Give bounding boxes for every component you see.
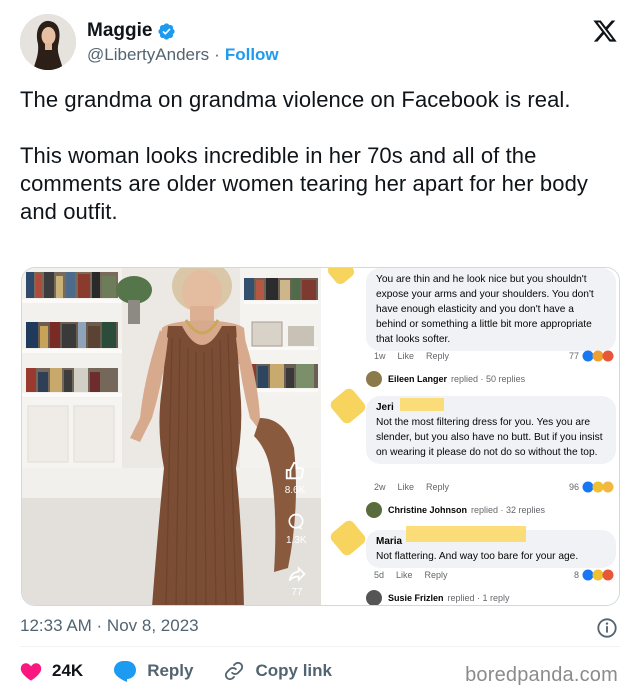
avatar[interactable]: [20, 14, 76, 70]
redacted-avatar: [328, 518, 368, 558]
reply-link[interactable]: Reply: [426, 482, 449, 492]
redacted-avatar: [328, 386, 368, 426]
watermark: boredpanda.com: [465, 664, 618, 686]
reply-avatar: [366, 502, 382, 518]
tweet-actions: 24K Reply Copy link: [20, 660, 362, 682]
reply-thread[interactable]: Christine Johnson replied · 32 replies: [366, 502, 545, 518]
reply-thread[interactable]: Eileen Langer replied · 50 replies: [366, 371, 525, 387]
reaction-summary: 96: [569, 481, 616, 493]
thumbs-up-icon: [285, 461, 305, 480]
reaction-count: 77: [568, 351, 579, 361]
separator: ·: [214, 45, 220, 64]
video-comment-count: 1.3K: [286, 535, 307, 546]
comment-age: 2w: [374, 482, 386, 492]
redacted-avatar: [325, 268, 357, 287]
verified-badge-icon: [158, 22, 176, 40]
info-icon[interactable]: [596, 617, 618, 639]
reaction-emojis-icon: [582, 481, 614, 493]
divider: [20, 646, 620, 647]
like-button[interactable]: 24K: [20, 661, 83, 681]
redaction-highlight: [400, 398, 444, 411]
comment-meta: 5d Like Reply 8: [374, 569, 616, 581]
tweet-timestamp[interactable]: 12:33 AM · Nov 8, 2023: [20, 616, 199, 636]
video-still: 8.6K 1.3K 77: [22, 268, 321, 605]
redaction-highlight: [406, 526, 526, 542]
video-comment-control[interactable]: 1.3K: [286, 512, 307, 546]
tweet-header: Maggie @LibertyAnders · Follow: [20, 12, 620, 74]
reply-link[interactable]: Reply: [425, 570, 448, 580]
video-share-count: 77: [291, 587, 303, 598]
follow-button[interactable]: Follow: [225, 45, 279, 65]
handle-row: @LibertyAnders · Follow: [87, 45, 279, 65]
reaction-summary: 8: [574, 569, 616, 581]
reply-name: Christine Johnson: [388, 505, 468, 515]
reply-link[interactable]: Reply: [426, 351, 449, 361]
handle[interactable]: @LibertyAnders: [87, 45, 209, 65]
comment-text: You are thin and he look nice but you sh…: [376, 274, 594, 345]
comment-age: 5d: [374, 570, 385, 580]
reaction-emojis-icon: [582, 569, 614, 581]
reply-bubble-icon: [114, 661, 137, 682]
reply-avatar: [366, 371, 382, 387]
reply-summary: replied · 50 replies: [451, 374, 526, 384]
like-link[interactable]: Like: [398, 482, 415, 492]
reply-avatar: [366, 590, 382, 605]
timestamp-text: 12:33 AM · Nov 8, 2023: [20, 616, 199, 635]
tweet-paragraph: The grandma on grandma violence on Faceb…: [20, 87, 571, 112]
heart-icon: [20, 663, 42, 681]
name-row: Maggie: [87, 20, 176, 42]
reply-summary: replied · 32 replies: [471, 505, 546, 515]
reply-summary: replied · 1 reply: [447, 593, 510, 603]
x-logo-icon[interactable]: [592, 18, 618, 44]
reaction-count: 8: [573, 570, 579, 580]
video-like-control[interactable]: 8.6K: [284, 460, 306, 496]
tweet-media-image[interactable]: 8.6K 1.3K 77 You are thin and he look ni…: [21, 267, 620, 606]
like-count: 24K: [52, 661, 84, 680]
reply-name: Susie Frizlen: [388, 593, 444, 603]
comment-icon: [288, 513, 304, 530]
reaction-summary: 77: [569, 350, 616, 362]
share-arrow-icon: [288, 566, 306, 582]
comment-text: Not the most filtering dress for you. Ye…: [376, 417, 603, 458]
comment-meta: 2w Like Reply 96: [374, 481, 616, 493]
woman-in-dress-photo: [22, 268, 321, 605]
display-name[interactable]: Maggie: [87, 20, 152, 42]
link-icon: [225, 661, 244, 681]
reply-name: Eileen Langer: [388, 374, 448, 384]
video-like-count: 8.6K: [284, 485, 306, 496]
comment-text: Not flattering. And way too bare for you…: [376, 551, 579, 562]
tweet-paragraph: This woman looks incredible in her 70s a…: [20, 143, 589, 224]
comment-age: 1w: [374, 351, 386, 361]
like-link[interactable]: Like: [398, 351, 415, 361]
reaction-emojis-icon: [582, 350, 614, 362]
reply-thread[interactable]: Susie Frizlen replied · 1 reply: [366, 590, 510, 605]
like-link[interactable]: Like: [396, 570, 413, 580]
reply-label: Reply: [147, 661, 194, 680]
comment-meta: 1w Like Reply 77: [374, 350, 616, 362]
reaction-count: 96: [568, 482, 579, 492]
copy-link-button[interactable]: Copy link: [223, 660, 332, 682]
tweet-text: The grandma on grandma violence on Faceb…: [20, 86, 620, 226]
video-share-control[interactable]: 77: [287, 564, 307, 598]
facebook-comments-screenshot: You are thin and he look nice but you sh…: [322, 268, 619, 605]
comment-bubble: You are thin and he look nice but you sh…: [366, 268, 616, 351]
copy-link-label: Copy link: [255, 661, 332, 680]
reply-button[interactable]: Reply: [113, 660, 193, 682]
